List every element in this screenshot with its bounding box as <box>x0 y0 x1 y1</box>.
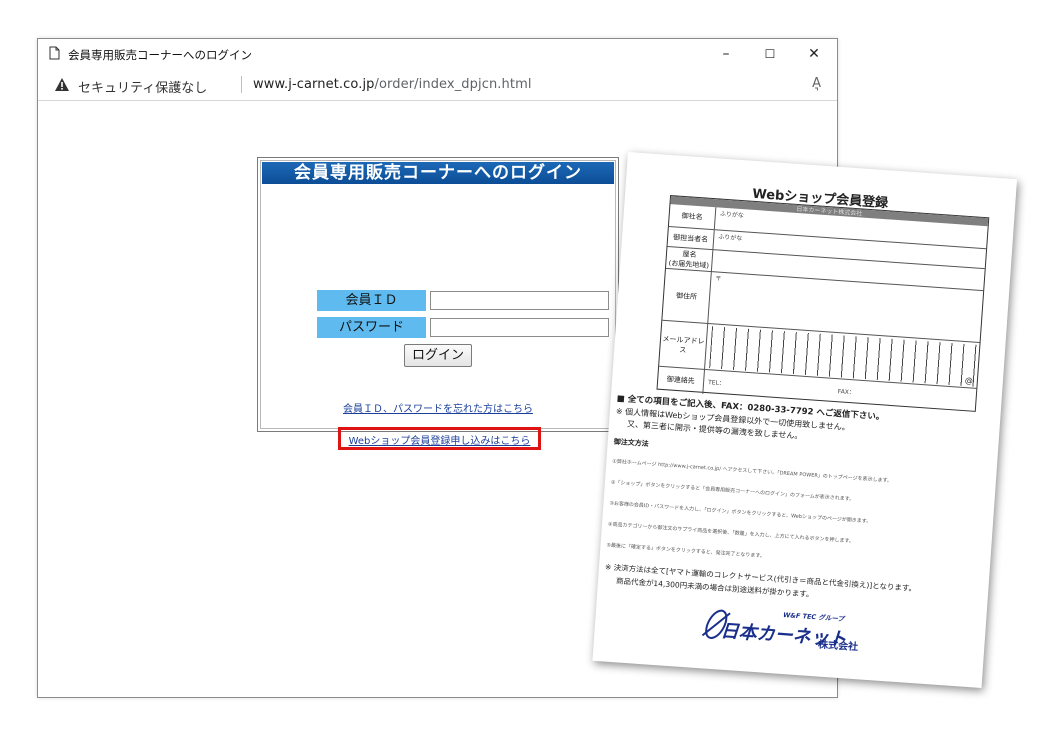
url-host: www.j-carnet.co.jp <box>253 77 375 92</box>
login-button[interactable]: ログイン <box>404 344 472 367</box>
signup-link[interactable]: Webショップ会員登録申し込みはこちら <box>349 436 531 447</box>
warning-icon[interactable] <box>54 77 70 92</box>
registration-form-sheet: Webショップ会員登録 日本カーネット株式会社 御社名 ふりがな 御担当者名 ふ… <box>592 152 1018 688</box>
divider <box>241 76 242 93</box>
window-title: 会員専用販売コーナーへのログイン <box>68 48 252 62</box>
signup-highlight: Webショップ会員登録申し込みはこちら <box>338 427 541 450</box>
login-heading: 会員専用販売コーナーへのログイン <box>262 162 614 184</box>
order-step: ④商品カテゴリーから御注文のサプライ商品を選択後、「数量」を入力し、上方にて入れ… <box>607 521 855 545</box>
password-input[interactable] <box>430 318 609 337</box>
member-id-label: 会員ＩＤ <box>317 290 426 311</box>
row-label: 御住所 <box>662 268 712 325</box>
row-sub: ふりがな <box>719 210 745 220</box>
maximize-button[interactable]: ☐ <box>750 43 790 65</box>
member-id-input[interactable] <box>430 291 609 310</box>
title-bar: 会員専用販売コーナーへのログイン – ☐ ✕ <box>38 39 837 70</box>
registration-table: 日本カーネット株式会社 御社名 ふりがな 御担当者名 ふりがな 屋名 (お届先地… <box>656 195 990 413</box>
row-label: 御社名 <box>668 204 717 230</box>
fax-label: FAX： <box>837 388 856 397</box>
document-icon <box>49 46 60 60</box>
logo-corp-suffix: 株式会社 <box>817 639 859 654</box>
order-method-heading: 御注文方法 <box>613 437 649 449</box>
order-step: ②「ショップ」ボタンをクリックすると「会員専用販売コーナーへのログイン」のフォー… <box>610 479 855 503</box>
postal-mark: 〒 <box>715 275 722 283</box>
login-panel: 会員専用販売コーナーへのログイン 会員ＩＤ パスワード ログイン 会員ＩＤ、パス… <box>257 157 619 450</box>
row-label: メールアドレス <box>659 320 709 370</box>
address-bar[interactable]: セキュリティ保護なし www.j-carnet.co.jp/order/inde… <box>38 70 837 101</box>
security-status[interactable]: セキュリティ保護なし <box>78 77 207 96</box>
row-sub: ふりがな <box>718 233 743 243</box>
close-button[interactable]: ✕ <box>794 43 834 65</box>
tel-label: TEL： <box>707 379 726 388</box>
forgot-credentials-link[interactable]: 会員ＩＤ、パスワードを忘れた方はこちら <box>258 400 618 415</box>
minimize-button[interactable]: – <box>706 43 746 65</box>
order-step: ⑤最後に「確定する」ボタンをクリックすると、発注完了となります。 <box>606 542 765 560</box>
password-label: パスワード <box>317 317 426 338</box>
url-text[interactable]: www.j-carnet.co.jp/order/index_dpjcn.htm… <box>253 77 532 92</box>
order-step: ①弊社ホームページ http://www.j-carnet.co.jp/ へアク… <box>612 458 893 485</box>
read-aloud-icon[interactable]: A͉ <box>812 76 821 91</box>
company-logo: W&F TEC グループ 日本カーネット 株式会社 <box>686 602 889 661</box>
row-label: 御連絡先 <box>657 366 705 394</box>
order-step: ③お客様の会員ID・パスワードを入力し、「ログイン」ボタンをクリックすると、We… <box>609 500 872 525</box>
url-path: /order/index_dpjcn.html <box>374 77 532 92</box>
at-mark: @ <box>964 376 974 386</box>
